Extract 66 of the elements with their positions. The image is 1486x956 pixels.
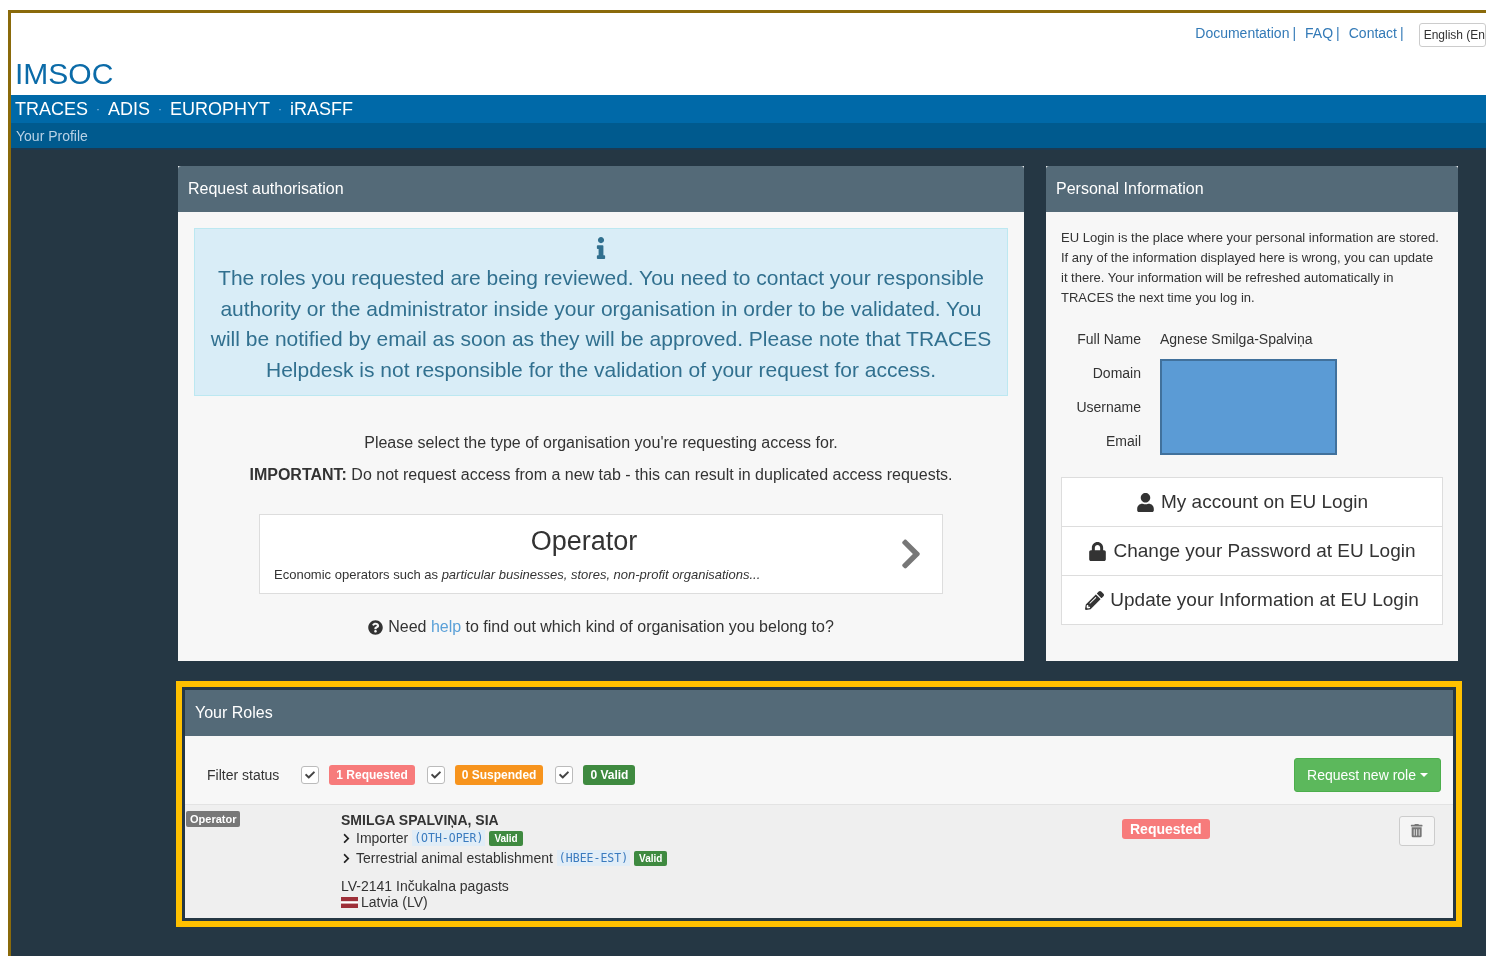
eu-login-button[interactable]: Update your Information at EU Login [1061, 575, 1443, 625]
status-label: Requested [1122, 819, 1210, 839]
chevron-icon [341, 852, 352, 864]
header-link[interactable]: Contact [1348, 25, 1397, 41]
eu-login-button[interactable]: Change your Password at EU Login [1061, 526, 1443, 576]
status-label: Valid [489, 830, 523, 846]
nav-separator: · [278, 102, 283, 116]
filter-checkbox[interactable] [555, 766, 574, 784]
help-text: Need help to find out which kind of organisation you belong to? [388, 618, 834, 636]
filter-checkbox[interactable] [301, 766, 320, 784]
user-icon [1136, 492, 1155, 512]
eu-login-button[interactable]: My account on EU Login [1061, 477, 1443, 527]
link-separator: | [1400, 25, 1404, 41]
type-label: Operator [186, 811, 241, 827]
panel-title: Request authorisation [188, 180, 344, 198]
pencil-icon [1085, 590, 1105, 610]
activity-name: Terrestrial animal establishment [356, 850, 553, 866]
field-label: Domain [1091, 364, 1141, 383]
help-icon [368, 619, 384, 635]
operator-card[interactable]: Operator Economic operators such as particular businesses, stores, non-profit organisations... [259, 514, 943, 594]
field-value: Agnese Smilga-Spalviņa [1160, 330, 1314, 349]
alert-text: The roles you requested are being reviewed. You need to contact your responsible authority or the administrator inside your organisation in order to be validated. You will be notified by email as soon as they will be approved. Please note that TRACES Helpdesk is not responsible for the validation of your request for access. [209, 265, 993, 383]
country-text: Latvia (LV) [361, 894, 428, 910]
card-description: Economic operators such as particular businesses, stores, non-profit organisations... [274, 567, 761, 582]
status-count: 0 Suspended [454, 765, 544, 785]
info-text: EU Login is the place where your personal information are stored. If any of the information displayed here is wrong, you can update it there. Your information will be refreshed automatically in TRACES the next time you log in. [1061, 229, 1440, 307]
activity-code: (HBEE-EST) [556, 850, 631, 866]
caret-icon [1420, 773, 1428, 777]
chevron-icon [341, 832, 352, 844]
check-icon [559, 770, 570, 780]
panel-title: Personal Information [1056, 180, 1204, 198]
check-icon [305, 770, 316, 780]
flag-icon [341, 896, 358, 908]
delete-button[interactable] [1399, 816, 1435, 846]
important-text: IMPORTANT: Do not request access from a new tab - this can result in duplicated access requests. [249, 466, 953, 484]
address-text: LV-2141 Inčukalna pagasts [341, 878, 510, 894]
activity-code: (OTH-OPER) [412, 830, 486, 846]
field-label: Full Name [1076, 330, 1141, 349]
nav-separator: · [96, 102, 100, 116]
panel-title: Your Roles [195, 704, 273, 722]
nav-separator: · [158, 102, 163, 116]
link-separator: | [1336, 25, 1340, 41]
status-count: 0 Valid [583, 765, 636, 785]
language-select[interactable]: English (En [1418, 23, 1486, 47]
field-label: Email [1105, 432, 1141, 451]
filter-label: Filter status [207, 767, 280, 783]
logo: IMSOC [15, 57, 115, 91]
intro-text: Please select the type of organisation you're requesting access for. [364, 434, 838, 452]
nav-link[interactable]: iRASFF [290, 98, 354, 120]
nav-link[interactable]: ADIS [108, 98, 151, 120]
link-separator: | [1292, 25, 1297, 41]
field-label: Username [1075, 398, 1141, 417]
lock-icon [1088, 541, 1108, 561]
breadcrumb[interactable]: Your Profile [16, 127, 88, 144]
organisation-name: SMILGA SPALVIŅA, SIA [341, 812, 500, 828]
nav-link[interactable]: TRACES [15, 98, 88, 120]
activity-name: Importer [356, 830, 409, 846]
status-label: Valid [634, 850, 668, 866]
filter-checkbox[interactable] [426, 766, 445, 784]
status-count: 1 Requested [329, 765, 415, 785]
check-icon [430, 770, 441, 780]
header-link[interactable]: Documentation [1195, 25, 1290, 41]
card-title: Operator [530, 526, 638, 557]
trash-icon [1410, 824, 1424, 838]
header-link[interactable]: FAQ [1305, 25, 1334, 41]
nav-link[interactable]: EUROPHYT [170, 98, 271, 120]
